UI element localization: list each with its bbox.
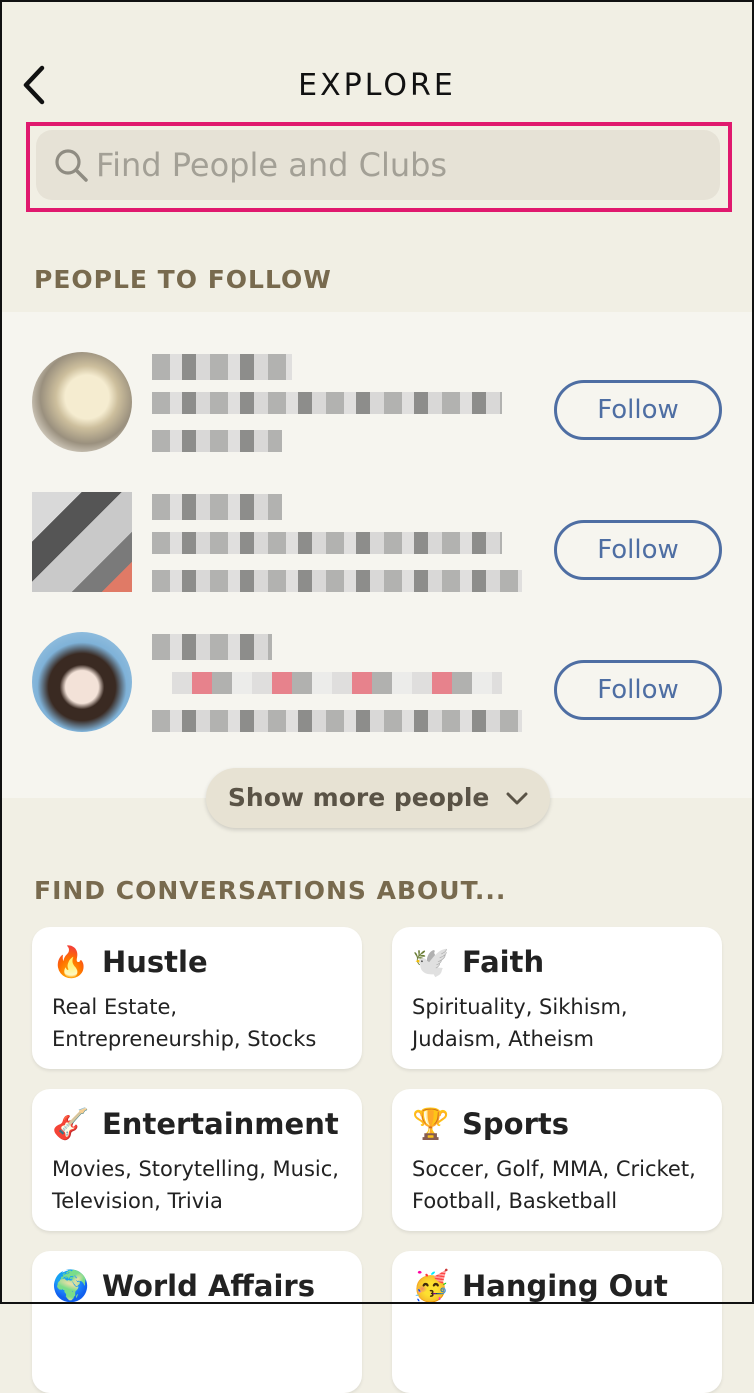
topic-title: Hanging Out xyxy=(462,1269,668,1303)
avatar[interactable] xyxy=(32,492,132,592)
topic-card-hustle[interactable]: 🔥 Hustle Real Estate, Entrepreneurship, … xyxy=(32,927,362,1069)
trophy-icon: 🏆 xyxy=(412,1107,450,1142)
topic-card-faith[interactable]: 🕊️ Faith Spirituality, Sikhism, Judaism,… xyxy=(392,927,722,1069)
follow-button[interactable]: Follow xyxy=(554,380,722,440)
topic-subtitle: Movies, Storytelling, Music, Television,… xyxy=(52,1157,339,1213)
topics-section-title: FIND CONVERSATIONS ABOUT... xyxy=(34,876,507,905)
avatar[interactable] xyxy=(32,352,132,452)
show-more-label: Show more people xyxy=(227,783,490,812)
person-row: Follow xyxy=(0,330,754,470)
globe-icon: 🌍 xyxy=(52,1269,90,1304)
topic-card-sports[interactable]: 🏆 Sports Soccer, Golf, MMA, Cricket, Foo… xyxy=(392,1089,722,1231)
chevron-down-icon xyxy=(506,792,528,805)
people-section-title: PEOPLE TO FOLLOW xyxy=(34,265,332,294)
party-face-icon: 🥳 xyxy=(412,1269,450,1304)
search-icon xyxy=(55,149,88,182)
topic-title: Sports xyxy=(462,1107,569,1141)
follow-button[interactable]: Follow xyxy=(554,520,722,580)
person-row: Follow xyxy=(0,470,754,610)
blurred-profile-info xyxy=(152,626,522,736)
person-row: Follow xyxy=(0,610,754,750)
page-title: EXPLORE xyxy=(298,68,456,103)
topic-card-world-affairs[interactable]: 🌍 World Affairs xyxy=(32,1251,362,1393)
people-list: Follow Follow Follow xyxy=(0,312,754,798)
header: EXPLORE xyxy=(0,50,754,120)
guitar-icon: 🎸 xyxy=(52,1107,90,1142)
topic-title: Hustle xyxy=(102,945,208,979)
dove-icon: 🕊️ xyxy=(412,945,450,980)
blurred-profile-info xyxy=(152,486,522,596)
blurred-profile-info xyxy=(152,346,522,456)
topic-title: Entertainment xyxy=(102,1107,339,1141)
topic-subtitle: Spirituality, Sikhism, Judaism, Atheism xyxy=(412,995,628,1051)
topic-subtitle: Soccer, Golf, MMA, Cricket, Football, Ba… xyxy=(412,1157,696,1213)
topic-card-entertainment[interactable]: 🎸 Entertainment Movies, Storytelling, Mu… xyxy=(32,1089,362,1231)
show-more-people-button[interactable]: Show more people xyxy=(206,768,550,828)
fire-icon: 🔥 xyxy=(52,945,90,980)
topic-title: World Affairs xyxy=(102,1269,315,1303)
search-input[interactable] xyxy=(96,130,696,200)
follow-button[interactable]: Follow xyxy=(554,660,722,720)
topic-title: Faith xyxy=(462,945,545,979)
topic-subtitle: Real Estate, Entrepreneurship, Stocks xyxy=(52,995,317,1051)
search-bar[interactable] xyxy=(36,130,720,200)
avatar[interactable] xyxy=(32,632,132,732)
topic-card-hanging-out[interactable]: 🥳 Hanging Out xyxy=(392,1251,722,1393)
